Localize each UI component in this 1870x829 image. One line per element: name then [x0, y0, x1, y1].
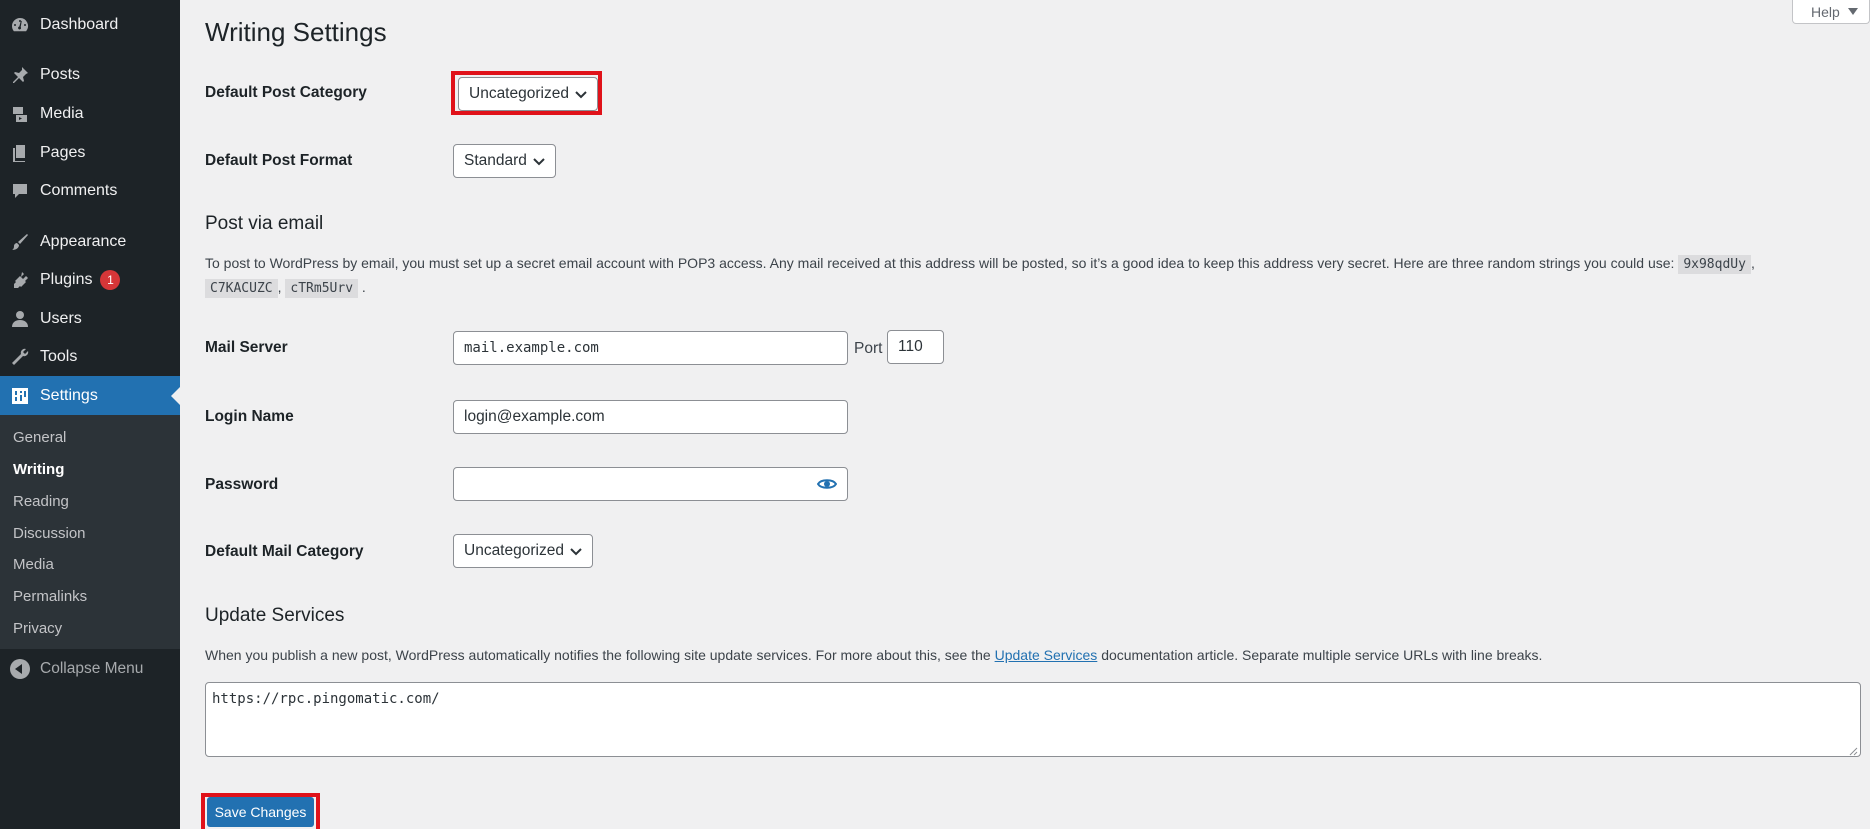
select-value: Uncategorized: [464, 542, 564, 559]
comments-icon: [10, 181, 30, 201]
chevron-down-icon: [574, 87, 588, 101]
chevron-down-icon: [532, 154, 546, 168]
menu-label: Comments: [40, 182, 118, 199]
dashboard-icon: [10, 15, 30, 35]
separator: ,: [277, 279, 282, 295]
menu-label: Posts: [40, 66, 81, 83]
menu-label: Tools: [40, 348, 78, 365]
eye-icon[interactable]: [816, 476, 838, 492]
media-icon: [10, 104, 30, 124]
random-string-code: C7KACUZC: [205, 279, 278, 298]
menu-item-comments[interactable]: Comments: [0, 172, 180, 210]
triangle-down-icon: [1847, 8, 1858, 15]
mail-server-input[interactable]: mail.example.com: [453, 331, 848, 365]
admin-sidebar: Dashboard Posts Media Pages Comments App…: [0, 0, 180, 829]
login-name-input[interactable]: login@example.com: [453, 400, 848, 434]
menu-item-pages[interactable]: Pages: [0, 134, 180, 172]
submenu-discussion[interactable]: Discussion: [13, 525, 86, 542]
update-services-heading: Update Services: [205, 605, 345, 626]
password-input[interactable]: [453, 467, 848, 501]
menu-label: Media: [40, 105, 84, 122]
menu-item-appearance[interactable]: Appearance: [0, 223, 180, 261]
default-mail-category-select[interactable]: Uncategorized: [453, 534, 593, 568]
submenu-privacy[interactable]: Privacy: [13, 620, 62, 637]
login-name-label: Login Name: [205, 408, 294, 425]
submenu-media[interactable]: Media: [13, 556, 54, 573]
port-label: Port: [854, 340, 883, 357]
default-mail-category-label: Default Mail Category: [205, 543, 364, 560]
save-changes-button[interactable]: Save Changes: [207, 797, 314, 827]
mail-server-label: Mail Server: [205, 339, 288, 356]
password-label: Password: [205, 476, 279, 493]
separator: ,: [1750, 255, 1755, 271]
settings-icon: [10, 386, 30, 406]
post-via-email-heading: Post via email: [205, 213, 324, 234]
wrench-icon: [10, 347, 30, 367]
update-services-link[interactable]: Update Services: [995, 647, 1098, 663]
submenu-permalinks[interactable]: Permalinks: [13, 588, 87, 605]
description-text: To post to WordPress by email, you must …: [205, 255, 1675, 271]
update-services-textarea[interactable]: https://rpc.pingomatic.com/: [205, 682, 1861, 757]
help-tab-button[interactable]: Help: [1792, 0, 1870, 24]
collapse-menu-button[interactable]: Collapse Menu: [0, 652, 180, 686]
submenu-writing[interactable]: Writing: [13, 461, 64, 478]
help-label: Help: [1811, 3, 1840, 20]
submenu-reading[interactable]: Reading: [13, 493, 69, 510]
menu-label: Settings: [40, 386, 98, 404]
description-text: documentation article. Separate multiple…: [1101, 647, 1543, 663]
collapse-menu-label: Collapse Menu: [40, 660, 144, 677]
menu-item-plugins[interactable]: Plugins 1: [0, 261, 180, 299]
select-value: Uncategorized: [469, 85, 569, 102]
random-string-code: 9x98qdUy: [1678, 255, 1751, 274]
menu-label: Plugins: [40, 271, 93, 288]
chevron-down-icon: [569, 544, 583, 558]
menu-label: Users: [40, 310, 82, 327]
default-post-category-select[interactable]: Uncategorized: [458, 77, 598, 111]
menu-item-dashboard[interactable]: Dashboard: [0, 6, 180, 44]
default-post-format-select[interactable]: Standard: [453, 144, 556, 178]
separator: .: [361, 279, 366, 295]
menu-label: Dashboard: [40, 16, 119, 33]
port-input[interactable]: 110: [887, 330, 944, 364]
random-string-code: cTRm5Urv: [285, 279, 359, 298]
menu-item-media[interactable]: Media: [0, 95, 180, 133]
menu-item-posts[interactable]: Posts: [0, 56, 180, 94]
textarea-value: https://rpc.pingomatic.com/: [212, 691, 440, 707]
settings-submenu: General Writing Reading Discussion Media…: [0, 415, 180, 649]
plugin-icon: [10, 270, 30, 290]
resize-handle-icon[interactable]: [1848, 744, 1858, 756]
plugins-update-badge: 1: [100, 270, 121, 290]
menu-label: Pages: [40, 144, 86, 161]
page-title: Writing Settings: [205, 17, 387, 47]
pages-icon: [10, 143, 30, 163]
paintbrush-icon: [10, 232, 30, 252]
menu-item-settings[interactable]: Settings: [0, 376, 180, 415]
update-services-description: When you publish a new post, WordPress a…: [205, 644, 1805, 667]
menu-item-tools[interactable]: Tools: [0, 338, 180, 376]
users-icon: [10, 309, 30, 329]
collapse-arrow-icon: [10, 659, 30, 679]
post-via-email-description: To post to WordPress by email, you must …: [205, 252, 1805, 300]
submenu-general[interactable]: General: [13, 429, 66, 446]
pushpin-icon: [10, 65, 30, 85]
default-post-format-label: Default Post Format: [205, 152, 353, 169]
description-text: When you publish a new post, WordPress a…: [205, 647, 991, 663]
default-post-category-label: Default Post Category: [205, 84, 367, 101]
menu-label: Appearance: [40, 233, 127, 250]
select-value: Standard: [464, 152, 527, 169]
menu-item-users[interactable]: Users: [0, 300, 180, 338]
